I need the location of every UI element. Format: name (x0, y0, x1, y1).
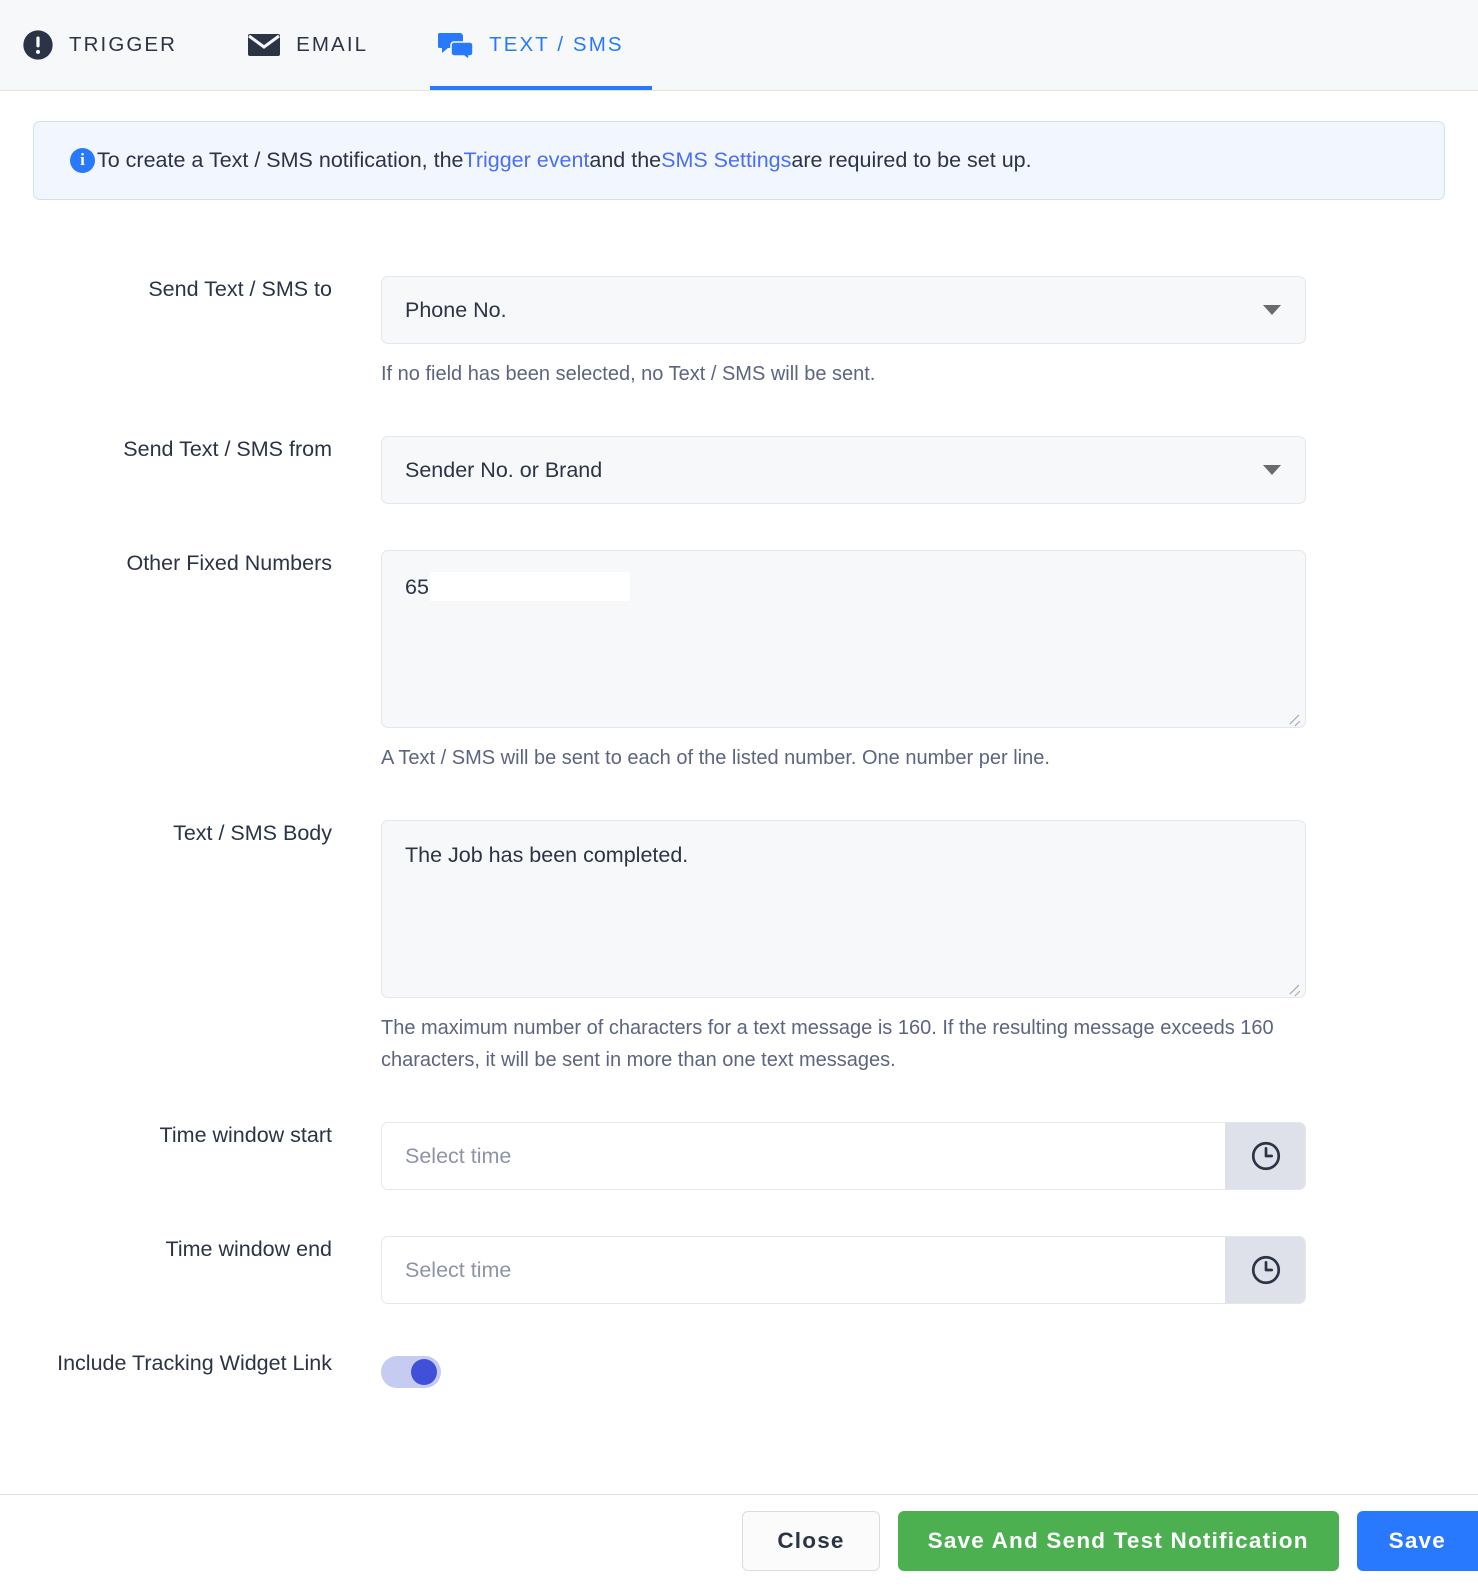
envelope-icon (247, 32, 281, 58)
other-fixed-numbers-label: Other Fixed Numbers (33, 550, 381, 577)
chat-bubbles-icon (438, 30, 474, 60)
dialog-footer: Close Save And Send Test Notification Sa… (0, 1494, 1478, 1586)
sms-body-hint: The maximum number of characters for a t… (381, 1012, 1281, 1076)
text-sms-form-panel: i To create a Text / SMS notification, t… (0, 121, 1478, 1388)
other-fixed-numbers-textarea[interactable]: 65 (381, 550, 1306, 728)
time-window-end-picker-button[interactable] (1225, 1237, 1305, 1303)
other-fixed-numbers-hint: A Text / SMS will be sent to each of the… (381, 742, 1281, 774)
save-button[interactable]: Save (1357, 1511, 1478, 1571)
tracking-widget-toggle[interactable] (381, 1356, 441, 1388)
field-send-from: Send Text / SMS from Sender No. or Brand (33, 436, 1445, 504)
field-time-window-start: Time window start (33, 1122, 1445, 1190)
sms-body-value: The Job has been completed. (405, 843, 688, 867)
time-window-start-input[interactable] (382, 1123, 1225, 1189)
time-window-end-input[interactable] (382, 1237, 1225, 1303)
resize-handle-icon[interactable] (1287, 710, 1301, 724)
redaction-block (430, 572, 630, 601)
tab-text-sms-label: TEXT / SMS (489, 33, 624, 57)
resize-handle-icon[interactable] (1287, 980, 1301, 994)
tab-trigger-label: TRIGGER (69, 33, 177, 57)
send-to-select[interactable]: Phone No. (381, 276, 1306, 344)
exclamation-circle-icon (22, 29, 54, 61)
clock-icon (1249, 1139, 1283, 1173)
save-and-send-test-button[interactable]: Save And Send Test Notification (898, 1511, 1339, 1571)
info-icon: i (70, 148, 95, 173)
sms-body-textarea[interactable]: The Job has been completed. (381, 820, 1306, 998)
chevron-down-icon (1263, 465, 1281, 475)
tab-trigger[interactable]: TRIGGER (14, 0, 205, 90)
tab-email[interactable]: EMAIL (239, 0, 396, 90)
banner-text-1: To create a Text / SMS notification, the (97, 148, 464, 174)
chevron-down-icon (1263, 305, 1281, 315)
time-window-start-field[interactable] (381, 1122, 1306, 1190)
time-window-start-label: Time window start (33, 1122, 381, 1149)
banner-text-3: are required to be set up. (791, 148, 1031, 174)
send-to-label: Send Text / SMS to (33, 276, 381, 303)
field-tracking-widget-link: Include Tracking Widget Link (33, 1350, 1445, 1388)
time-window-end-field[interactable] (381, 1236, 1306, 1304)
clock-icon (1249, 1253, 1283, 1287)
sms-settings-link[interactable]: SMS Settings (661, 148, 791, 174)
sms-settings-form: Send Text / SMS to Phone No. If no field… (33, 224, 1445, 1388)
send-from-select[interactable]: Sender No. or Brand (381, 436, 1306, 504)
close-button[interactable]: Close (742, 1511, 879, 1571)
field-time-window-end: Time window end (33, 1236, 1445, 1304)
sms-body-label: Text / SMS Body (33, 820, 381, 847)
send-from-label: Send Text / SMS from (33, 436, 381, 463)
send-to-value: Phone No. (405, 298, 1263, 323)
tracking-widget-label: Include Tracking Widget Link (33, 1350, 381, 1377)
other-fixed-numbers-value: 65 (405, 575, 429, 599)
time-window-start-picker-button[interactable] (1225, 1123, 1305, 1189)
toggle-knob (411, 1359, 437, 1385)
banner-text-2: and the (589, 148, 661, 174)
tab-email-label: EMAIL (296, 33, 368, 57)
send-from-value: Sender No. or Brand (405, 458, 1263, 483)
field-sms-body: Text / SMS Body The Job has been complet… (33, 820, 1445, 1076)
time-window-end-label: Time window end (33, 1236, 381, 1263)
trigger-event-link[interactable]: Trigger event (464, 148, 590, 174)
tab-text-sms[interactable]: TEXT / SMS (430, 0, 652, 90)
notification-tabs: TRIGGER EMAIL TEXT / SMS (0, 0, 1478, 91)
field-other-fixed-numbers: Other Fixed Numbers 65 A Text / SMS will… (33, 550, 1445, 774)
send-to-hint: If no field has been selected, no Text /… (381, 358, 1281, 390)
field-send-to: Send Text / SMS to Phone No. If no field… (33, 276, 1445, 390)
info-banner: i To create a Text / SMS notification, t… (33, 121, 1445, 200)
